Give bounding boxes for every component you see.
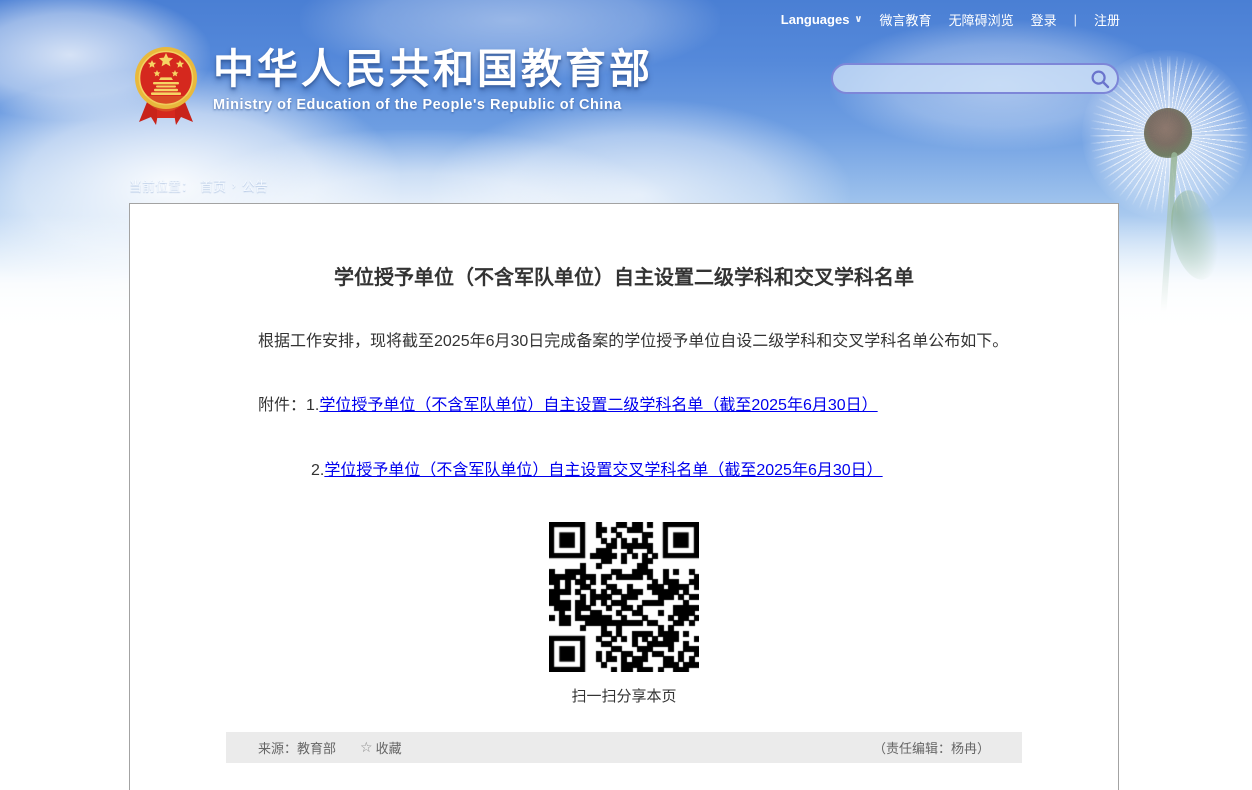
breadcrumb-label: 当前位置： xyxy=(129,176,194,195)
page: { "top_nav": { "languages_label": "Langu… xyxy=(0,0,1252,790)
qr-wrap xyxy=(130,522,1118,677)
star-outline-icon: ☆ xyxy=(360,739,373,756)
search-input[interactable] xyxy=(833,65,1083,92)
qr-caption: 扫一扫分享本页 xyxy=(130,685,1118,706)
meta-left: 来源：教育部 ☆ 收藏 xyxy=(258,738,402,757)
site-subtitle: Ministry of Education of the People's Re… xyxy=(213,97,653,113)
chevron-down-icon: ∨ xyxy=(854,14,862,25)
top-navigation: Languages ∨ 微言教育 无障碍浏览 登录 | 注册 xyxy=(781,10,1120,29)
attachment-1-link[interactable]: 学位授予单位（不含军队单位）自主设置二级学科名单（截至2025年6月30日） xyxy=(319,397,877,414)
nav-separator: | xyxy=(1074,12,1077,27)
attachments-label: 附件： xyxy=(258,397,306,414)
attachment-line-2: 2.学位授予单位（不含军队单位）自主设置交叉学科名单（截至2025年6月30日） xyxy=(226,461,1022,481)
attachment-1-index: 1. xyxy=(306,397,319,414)
site-brand[interactable]: 中华人民共和国教育部 Ministry of Education of the … xyxy=(133,44,653,130)
nav-item-login[interactable]: 登录 xyxy=(1031,10,1057,29)
site-title: 中华人民共和国教育部 xyxy=(213,48,653,91)
breadcrumb-current-link[interactable]: 公告 xyxy=(242,176,268,195)
nav-item-accessibility[interactable]: 无障碍浏览 xyxy=(949,10,1014,29)
source-label: 来源：教育部 xyxy=(258,738,336,757)
nav-item-register[interactable]: 注册 xyxy=(1094,10,1120,29)
search-bar xyxy=(831,63,1119,94)
search-icon xyxy=(1090,69,1110,89)
article-card: 学位授予单位（不含军队单位）自主设置二级学科和交叉学科名单 根据工作安排，现将截… xyxy=(129,203,1119,790)
favorite-label: 收藏 xyxy=(376,738,402,757)
editor-label: （责任编辑：杨冉） xyxy=(873,738,990,757)
national-emblem-logo xyxy=(133,44,199,130)
article-title: 学位授予单位（不含军队单位）自主设置二级学科和交叉学科名单 xyxy=(130,261,1118,290)
brand-text: 中华人民共和国教育部 Ministry of Education of the … xyxy=(213,44,653,113)
breadcrumb-separator-icon: › xyxy=(232,180,236,192)
article-paragraph: 根据工作安排，现将截至2025年6月30日完成备案的学位授予单位自设二级学科和交… xyxy=(226,332,1022,352)
nav-item-weiyan-jiaoyu[interactable]: 微言教育 xyxy=(880,10,932,29)
breadcrumb-home-link[interactable]: 首页 xyxy=(200,176,226,195)
attachment-2-link[interactable]: 学位授予单位（不含军队单位）自主设置交叉学科名单（截至2025年6月30日） xyxy=(324,462,882,479)
article-meta-bar: 来源：教育部 ☆ 收藏 （责任编辑：杨冉） xyxy=(226,732,1022,763)
languages-menu[interactable]: Languages ∨ xyxy=(781,12,863,27)
favorite-button[interactable]: ☆ 收藏 xyxy=(360,738,402,757)
attachment-2-index: 2. xyxy=(311,462,324,479)
languages-label: Languages xyxy=(781,12,850,27)
qr-code xyxy=(549,522,699,672)
breadcrumb: 当前位置： 首页 › 公告 xyxy=(129,176,268,195)
search-button[interactable] xyxy=(1083,65,1117,92)
attachment-line-1: 附件：1.学位授予单位（不含军队单位）自主设置二级学科名单（截至2025年6月3… xyxy=(226,396,1022,416)
